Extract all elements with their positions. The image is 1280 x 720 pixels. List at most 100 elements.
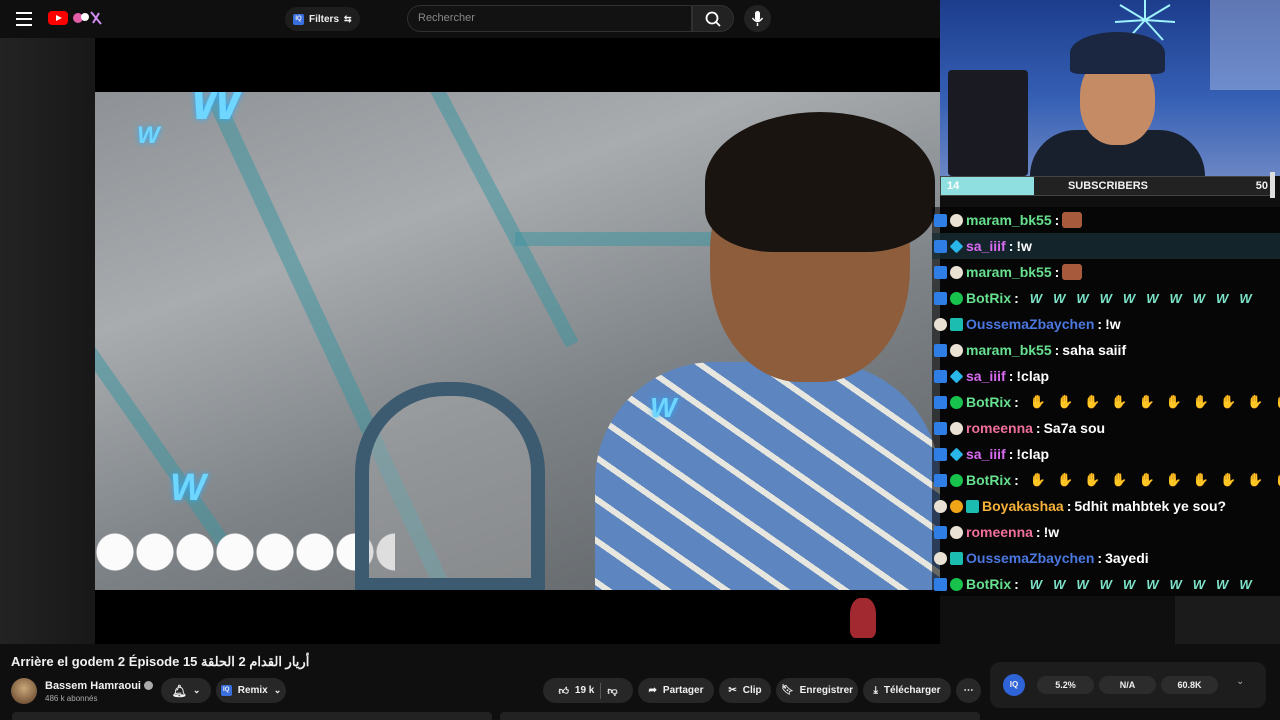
cube-badge-icon [949,369,964,383]
w-emote-overlay-icon: W [137,122,160,149]
w-emote-icon: W [1216,290,1229,306]
face-badge-icon [934,499,947,513]
recommendation-strip [12,712,492,720]
chat-username[interactable]: maram_bk55 [966,264,1052,280]
like-button[interactable]: 👍︎ 19 k [558,685,594,697]
video-player[interactable]: W W W W [95,38,940,644]
chat-username[interactable]: sa_iiif [966,238,1006,254]
chat-username[interactable]: BotRix [966,394,1011,410]
clap-emote-icon: ✋ [1274,472,1280,488]
kick-badge-icon [934,395,947,409]
w-emote-icon: W [1169,576,1182,592]
check-badge-icon [950,473,963,487]
chat-text: 3ayedi [1105,550,1149,566]
share-button[interactable]: ➦ Partager [638,678,714,703]
bell-icon: 🔔︎ [171,683,187,698]
chat-message: maram_bk55: saha saiif [932,337,1280,363]
subscriber-goal-bar: SUBSCRIBERS 14 50 [940,176,1274,196]
chat-separator: : [1014,394,1019,410]
kick-badge-icon [934,577,947,591]
chat-username[interactable]: OussemaZbaychen [966,316,1094,332]
stats-panel: IQ 5.2% N/A 60.8K ⌄ [990,662,1266,708]
kick-badge-icon [934,525,947,539]
clip-button[interactable]: ✂ Clip [719,678,771,703]
clap-emote-icon: ✋ [1138,394,1155,409]
search-input[interactable]: Rechercher [407,5,692,32]
sliders-icon: ⇆ [344,13,352,24]
w-emote-overlay-icon: W [650,392,677,423]
like-dislike-group: 👍︎ 19 k 👎︎ [543,678,633,703]
chat-username[interactable]: sa_iiif [966,368,1006,384]
face-badge-icon [934,317,947,331]
kick-badge-icon [934,343,947,357]
chat-message: BotRix: W W W W W W W W W W [932,285,1280,311]
gift-badge-icon [950,317,963,331]
face-emote-icon [1062,264,1083,280]
avatar[interactable] [11,678,37,704]
notifications-button[interactable]: 🔔︎ ⌄ [161,678,211,703]
save-label: Enregistrer [799,685,854,696]
face-emote-icon [1062,212,1083,228]
remix-button[interactable]: IQ Remix ⌄ [216,678,286,703]
kick-badge-icon [934,291,947,305]
chat-text: !w [1105,316,1121,332]
kick-badge-icon [934,239,947,253]
chat-username[interactable]: maram_bk55 [966,342,1052,358]
clap-emote-icon: ✋ [1111,472,1128,487]
w-emote-icon: W [1029,290,1043,306]
chat-username[interactable]: maram_bk55 [966,212,1052,228]
clap-emote-icon: ✋ [1274,394,1280,410]
search-button[interactable] [692,5,734,32]
chat-separator: : [1008,238,1014,254]
w-emote-icon: W [1122,576,1136,592]
chat-message: Boyakashaa:5dhit mahbtek ye sou? [932,493,1280,519]
chat-username[interactable]: BotRix [966,290,1011,306]
window [1210,0,1280,90]
chevron-down-icon[interactable]: ⌄ [1236,676,1244,687]
chat-username[interactable]: sa_iiif [966,446,1006,462]
download-icon: ⤓ [873,685,878,696]
dislike-button[interactable]: 👎︎ [607,685,617,697]
chat-username[interactable]: BotRix [966,472,1011,488]
iq-logo-icon[interactable]: IQ [1003,674,1025,696]
chat-separator: : [1054,342,1060,358]
chat-username[interactable]: Boyakashaa [982,498,1064,514]
chat-separator: : [1008,368,1014,384]
save-button[interactable]: 🔖︎ Enregistrer [776,678,858,703]
clap-emote-icon: ✋ [1029,472,1046,487]
clap-emote-icon: ✋ [1138,472,1155,487]
chat-username[interactable]: OussemaZbaychen [966,550,1094,566]
shelf [948,70,1028,176]
w-emote-overlay-icon: W [170,467,206,509]
chat-separator: : [1014,576,1019,592]
download-button[interactable]: ⤓ Télécharger [863,678,951,703]
chat-separator: : [1014,472,1019,488]
clip-label: Clip [742,685,762,696]
chat-text: 5dhit mahbtek ye sou? [1074,498,1227,514]
left-margin [0,38,95,644]
youtube-logo[interactable] [48,11,68,25]
chat-username[interactable]: romeenna [966,420,1033,436]
chat-message: BotRix: W W W W W W W W W W [932,571,1280,596]
clap-emote-icon: ✋ [1165,472,1182,487]
voice-search-button[interactable] [744,5,771,32]
menu-icon[interactable] [16,12,32,26]
channel-name[interactable]: Bassem Hamraoui [45,680,153,692]
w-emote-icon: W [1216,576,1229,592]
w-emote-icon: W [1239,290,1252,306]
clap-emote-icon: ✋ [1084,472,1101,487]
stat-engagement: 5.2% [1037,676,1094,694]
clap-emote-icon: ✋ [1192,394,1210,409]
chat-username[interactable]: BotRix [966,576,1011,592]
filters-label: Filters [309,13,340,25]
chat-username[interactable]: romeenna [966,524,1033,540]
channel-name-text[interactable]: Bassem Hamraoui [45,680,141,692]
clap-emote-icon: ✋ [1165,394,1182,409]
chat-separator: : [1097,550,1103,566]
clap-emote-icon: ✋ [1111,394,1128,409]
w-emote-icon: W [1192,576,1206,592]
more-icon: ⋯ [963,685,974,696]
more-actions-button[interactable]: ⋯ [956,678,981,703]
filters-button[interactable]: IQ Filters ⇆ [285,7,360,31]
divider [600,682,602,699]
